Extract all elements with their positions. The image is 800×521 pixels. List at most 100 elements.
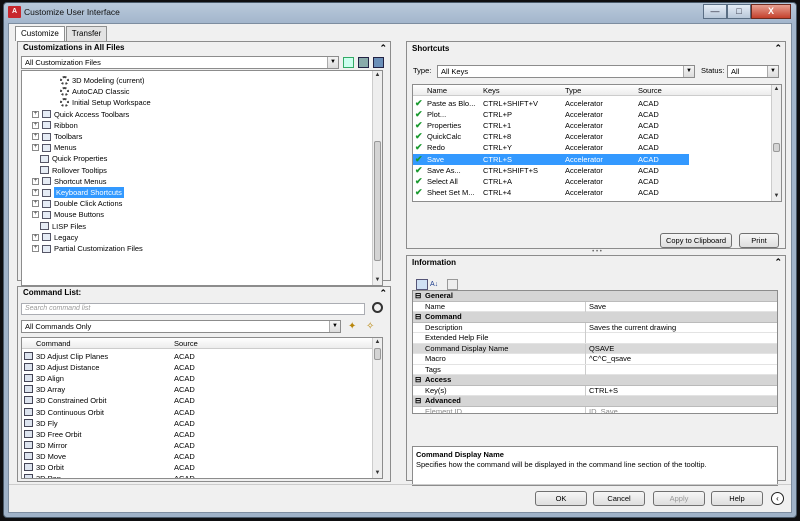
table-row[interactable]: ✔ Plot... CTRL+P Accelerator ACAD (413, 109, 781, 120)
table-row[interactable]: ✔ Save As... CTRL+SHIFT+S Accelerator ACAD (413, 165, 781, 176)
tree-item[interactable]: + Mouse Buttons (32, 209, 104, 220)
property-row[interactable]: Extended Help File (413, 333, 777, 344)
table-row[interactable]: 3D Free Orbit ACAD (22, 429, 382, 440)
expand-icon[interactable]: + (32, 133, 39, 140)
collapse-icon[interactable]: ⌃ (774, 256, 782, 268)
collapse-category-icon[interactable]: ⊟ (415, 312, 421, 322)
expand-icon[interactable]: + (32, 245, 39, 252)
apply-button[interactable]: Apply (653, 491, 705, 506)
collapse-arrow-icon[interactable]: ‹ (771, 492, 784, 505)
scroll-up-icon[interactable]: ▲ (373, 71, 382, 80)
close-button[interactable]: X (751, 4, 791, 19)
collapse-category-icon[interactable]: ⊟ (415, 396, 421, 406)
property-value[interactable]: ID_Save (585, 406, 618, 413)
new-command-icon[interactable]: ✦ (348, 321, 359, 332)
column-name[interactable]: Name (427, 85, 447, 96)
property-value[interactable]: ^C^C_qsave (585, 354, 631, 364)
table-row[interactable]: ✔ Save CTRL+S Accelerator ACAD (413, 153, 689, 165)
help-button[interactable]: Help (711, 491, 763, 506)
table-row[interactable]: ✔ QuickCalc CTRL+8 Accelerator ACAD (413, 131, 781, 142)
property-category[interactable]: ⊟ Access (413, 375, 777, 386)
command-filter-select[interactable]: All Commands Only ▼ (21, 320, 341, 333)
scroll-down-icon[interactable]: ▼ (373, 276, 382, 285)
save-as-icon[interactable] (373, 57, 384, 68)
property-value[interactable]: Save (585, 301, 606, 312)
expand-icon[interactable]: + (32, 189, 39, 196)
tree-item[interactable]: Quick Properties (40, 153, 107, 164)
table-row[interactable]: 3D Pan ACAD (22, 473, 382, 478)
tree-item[interactable]: + Double Click Actions (32, 198, 122, 209)
scroll-up-icon[interactable]: ▲ (373, 338, 382, 347)
table-row[interactable]: 3D Continuous Orbit ACAD (22, 407, 382, 418)
scroll-thumb[interactable] (374, 141, 381, 261)
property-category[interactable]: ⊟ Advanced (413, 396, 777, 407)
tree-item[interactable]: + Ribbon (32, 120, 78, 131)
property-row[interactable]: Description Saves the current drawing (413, 322, 777, 333)
command-search-input[interactable]: Search command list (21, 303, 365, 315)
tree-item[interactable]: Initial Setup Workspace (60, 97, 151, 108)
table-row[interactable]: ✔ Redo CTRL+Y Accelerator ACAD (413, 142, 781, 153)
panel-splitter[interactable]: • • • (405, 249, 789, 255)
save-icon[interactable] (358, 57, 369, 68)
tree-scrollbar[interactable]: ▲ ▼ (372, 71, 382, 285)
shortcut-type-select[interactable]: All Keys ▼ (437, 65, 695, 78)
property-pages-icon[interactable] (447, 279, 458, 290)
tree-item[interactable]: AutoCAD Classic (60, 86, 130, 97)
information-property-grid[interactable]: ⊟ General Name Save ⊟ Command Description Saves… (412, 290, 778, 414)
table-row[interactable]: 3D Adjust Distance ACAD (22, 362, 382, 373)
command-list-table[interactable]: Command Source ▲ ▼ 3D Adjust Clip Planes… (21, 337, 383, 479)
open-file-icon[interactable] (343, 57, 354, 68)
table-row[interactable]: 3D Orbit ACAD (22, 462, 382, 473)
column-source[interactable]: Source (174, 338, 198, 349)
ok-button[interactable]: OK (535, 491, 587, 506)
edit-command-icon[interactable]: ✧ (366, 321, 377, 332)
table-row[interactable]: 3D Constrained Orbit ACAD (22, 395, 382, 406)
scroll-up-icon[interactable]: ▲ (772, 85, 781, 94)
table-row[interactable]: 3D Mirror ACAD (22, 440, 382, 451)
autocad-app-icon[interactable]: A (8, 6, 21, 18)
property-category[interactable]: ⊟ General (413, 291, 777, 302)
search-icon[interactable] (372, 302, 383, 313)
property-row[interactable]: Tags (413, 364, 777, 375)
tree-item[interactable]: LISP Files (40, 221, 86, 232)
property-value[interactable]: CTRL+S (585, 385, 618, 396)
column-keys[interactable]: Keys (483, 85, 500, 96)
tree-item[interactable]: + Toolbars (32, 131, 82, 142)
table-row[interactable]: 3D Fly ACAD (22, 418, 382, 429)
property-row[interactable]: Macro ^C^C_qsave (413, 354, 777, 365)
property-value[interactable] (585, 333, 589, 343)
table-row[interactable]: ✔ Properties CTRL+1 Accelerator ACAD (413, 120, 781, 131)
property-category[interactable]: ⊟ Command (413, 312, 777, 323)
column-type[interactable]: Type (565, 85, 581, 96)
property-row[interactable]: Name Save (413, 301, 777, 312)
tree-item[interactable]: 3D Modeling (current) (60, 75, 145, 86)
expand-icon[interactable]: + (32, 121, 39, 129)
categorized-view-icon[interactable] (416, 279, 428, 290)
tree-item[interactable]: + Keyboard Shortcuts (32, 187, 124, 198)
tree-item[interactable]: + Shortcut Menus (32, 176, 107, 187)
print-button[interactable]: Print (739, 233, 779, 248)
expand-icon[interactable]: + (32, 144, 39, 152)
expand-icon[interactable]: + (32, 110, 39, 118)
tree-item[interactable]: + Partial Customization Files (32, 243, 143, 254)
property-row[interactable]: Command Display Name QSAVE (413, 343, 777, 354)
table-row[interactable]: ✔ Select All CTRL+A Accelerator ACAD (413, 176, 781, 187)
property-value[interactable]: QSAVE (585, 343, 614, 354)
column-command[interactable]: Command (36, 338, 71, 349)
copy-to-clipboard-button[interactable]: Copy to Clipboard (660, 233, 732, 248)
property-value[interactable]: Saves the current drawing (585, 322, 676, 333)
table-row[interactable]: 3D Move ACAD (22, 451, 382, 462)
tree-item[interactable]: + Quick Access Toolbars (32, 109, 129, 120)
table-row[interactable]: 3D Adjust Clip Planes ACAD (22, 351, 382, 362)
tree-item[interactable]: + Menus (32, 142, 77, 153)
cancel-button[interactable]: Cancel (593, 491, 645, 506)
shortcuts-table[interactable]: Name Keys Type Source ▲ ▼ ✔ Paste as Blo.… (412, 84, 782, 202)
table-row[interactable]: ✔ Paste as Blo... CTRL+SHIFT+V Accelerator A… (413, 98, 781, 109)
shortcut-status-select[interactable]: All ▼ (727, 65, 779, 78)
collapse-icon[interactable]: ⌃ (379, 287, 387, 299)
tab-transfer[interactable]: Transfer (65, 26, 108, 41)
sort-alpha-icon[interactable]: A↓ (430, 279, 442, 290)
expand-icon[interactable]: + (32, 177, 39, 185)
expand-icon[interactable]: + (32, 211, 39, 219)
collapse-icon[interactable]: ⌃ (379, 42, 387, 54)
